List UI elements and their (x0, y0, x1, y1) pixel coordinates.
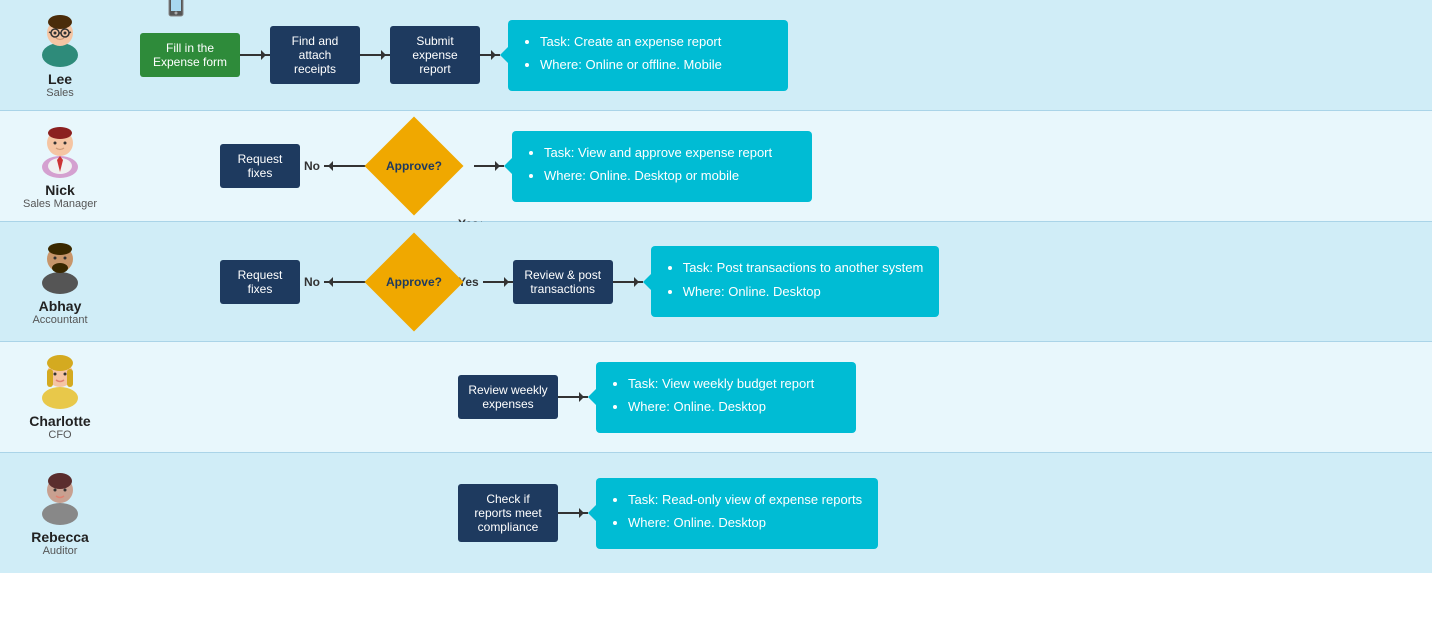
callout-nick: Task: View and approve expense report Wh… (512, 131, 812, 202)
avatar-nick (32, 122, 88, 178)
box-request-fixes-nick[interactable]: Request fixes (220, 144, 300, 188)
no-arrow-abhay: No (300, 275, 374, 289)
callout-rebecca-item2: Where: Online. Desktop (628, 513, 862, 533)
flow-lee: Fill in the Expense form (120, 0, 1432, 110)
callout-charlotte-item1: Task: View weekly budget report (628, 374, 840, 394)
swimlane-nick: Nick Sales Manager Request fixes No (0, 111, 1432, 222)
swimlane-charlotte: Charlotte CFO Review weekly expenses Tas… (0, 342, 1432, 453)
callout-abhay: Task: Post transactions to another syste… (651, 246, 940, 317)
actor-nick: Nick Sales Manager (0, 112, 120, 220)
actor-charlotte-name: Charlotte (29, 413, 90, 429)
avatar-charlotte (32, 353, 88, 409)
actor-lee-role: Sales (46, 87, 74, 99)
actor-nick-name: Nick (45, 182, 75, 198)
arrow-1 (240, 54, 270, 56)
callout-lee-item1: Task: Create an expense report (540, 32, 772, 52)
actor-charlotte: Charlotte CFO (0, 343, 120, 451)
swimlane-rebecca: Rebecca Auditor Check if reports meet co… (0, 453, 1432, 573)
flow-charlotte: Review weekly expenses Task: View weekly… (120, 342, 1432, 452)
callout-lee-item2: Where: Online or offline. Mobile (540, 55, 772, 75)
avatar-lee (32, 11, 88, 67)
flow-abhay: Request fixes No Approve? Yes (120, 227, 1432, 337)
callout-rebecca-item1: Task: Read-only view of expense reports (628, 490, 862, 510)
flow-nick: Request fixes No Approve? Yes↓ (120, 111, 1432, 221)
label-no-nick: No (304, 159, 320, 173)
box-check-compliance[interactable]: Check if reports meet compliance (458, 484, 558, 542)
actor-rebecca-role: Auditor (43, 545, 78, 557)
actor-abhay-role: Accountant (32, 314, 87, 326)
actor-lee: Lee Sales (0, 1, 120, 109)
callout-rebecca: Task: Read-only view of expense reports … (596, 478, 878, 549)
box-request-fixes-abhay[interactable]: Request fixes (220, 260, 300, 304)
avatar-rebecca (32, 469, 88, 525)
box-fill-expense[interactable]: Fill in the Expense form (140, 33, 240, 77)
box-submit[interactable]: Submit expense report (390, 26, 480, 84)
no-arrow-nick: No (300, 159, 374, 173)
callout-lee: Task: Create an expense report Where: On… (508, 20, 788, 91)
callout-nick-item1: Task: View and approve expense report (544, 143, 796, 163)
swimlane-lee: Lee Sales Fill in the Expense form (0, 0, 1432, 111)
actor-abhay: Abhay Accountant (0, 228, 120, 336)
actor-lee-name: Lee (48, 71, 72, 87)
flow-rebecca: Check if reports meet compliance Task: R… (120, 458, 1432, 568)
diamond-text-nick: Approve? (386, 159, 442, 173)
swimlane-abhay: Abhay Accountant Request fixes No (0, 222, 1432, 342)
actor-rebecca-name: Rebecca (31, 529, 89, 545)
box-find-receipts[interactable]: Find and attach receipts (270, 26, 360, 84)
diagram: Lee Sales Fill in the Expense form (0, 0, 1432, 573)
callout-abhay-item1: Task: Post transactions to another syste… (683, 258, 924, 278)
actor-nick-role: Sales Manager (23, 198, 97, 210)
callout-abhay-item2: Where: Online. Desktop (683, 282, 924, 302)
label-no-abhay: No (304, 275, 320, 289)
diamond-text-abhay: Approve? (386, 275, 442, 289)
callout-nick-item2: Where: Online. Desktop or mobile (544, 166, 796, 186)
callout-charlotte-item2: Where: Online. Desktop (628, 397, 840, 417)
actor-abhay-name: Abhay (39, 298, 82, 314)
box-review-post[interactable]: Review & post transactions (513, 260, 613, 304)
diamond-abhay: Approve? (374, 242, 454, 322)
arrow-2 (360, 54, 390, 56)
avatar-abhay (32, 238, 88, 294)
box-review-weekly[interactable]: Review weekly expenses (458, 375, 558, 419)
diamond-nick: Approve? (374, 126, 454, 206)
callout-charlotte: Task: View weekly budget report Where: O… (596, 362, 856, 433)
actor-charlotte-role: CFO (48, 429, 71, 441)
phone-icon (165, 0, 193, 25)
actor-rebecca: Rebecca Auditor (0, 459, 120, 567)
